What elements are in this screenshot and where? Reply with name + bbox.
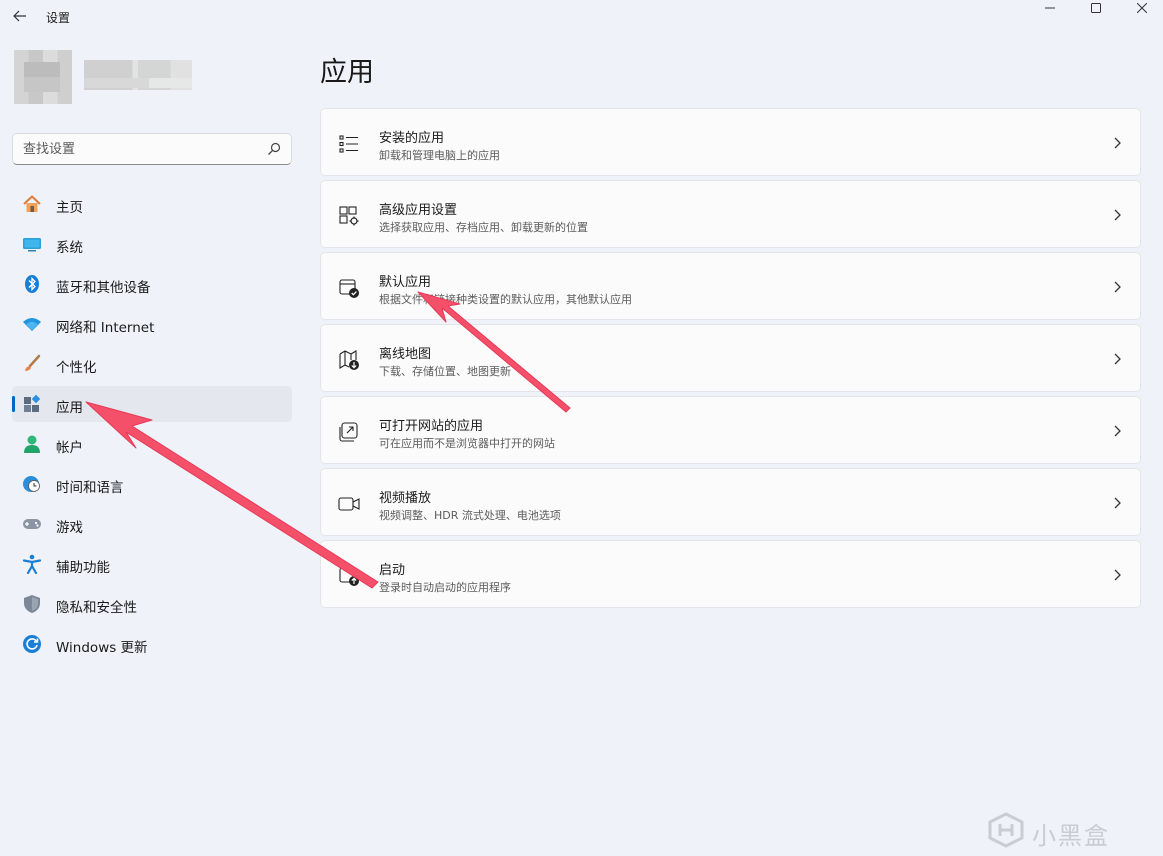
chevron-right-icon [1114,425,1121,437]
minimize-button[interactable] [1027,0,1073,16]
sidebar-nav: 主页 系统 蓝牙和其他设备 网络和 Internet 个性化 应用 帐户 时间和… [12,186,292,666]
watermark-logo-icon [988,812,1024,848]
shield-icon [24,595,40,613]
back-arrow-icon [13,10,26,22]
list-icon [339,135,358,153]
sidebar-item-label: 蓝牙和其他设备 [56,280,151,296]
chevron-right-icon [1114,209,1121,221]
card-advanced-app-settings[interactable]: 高级应用设置 选择获取应用、存档应用、卸载更新的位置 [320,180,1141,248]
card-subtitle: 可在应用而不是浏览器中打开的网站 [379,437,555,450]
monitor-icon [23,238,41,252]
card-subtitle: 根据文件和链接种类设置的默认应用，其他默认应用 [379,293,632,306]
close-button[interactable] [1119,0,1163,16]
sidebar-item-bluetooth[interactable]: 蓝牙和其他设备 [12,266,292,302]
chevron-right-icon [1114,497,1121,509]
card-title: 默认应用 [379,275,432,290]
card-subtitle: 下载、存储位置、地图更新 [379,365,511,378]
chevron-right-icon [1114,281,1121,293]
chevron-right-icon [1114,569,1121,581]
open-external-icon [339,422,358,442]
user-profile[interactable] [0,26,292,118]
chevron-right-icon [1114,137,1121,149]
card-title: 安装的应用 [379,131,445,146]
sidebar-item-network[interactable]: 网络和 Internet [12,306,292,342]
sidebar-item-label: 辅助功能 [56,560,110,576]
chevron-right-icon [1114,353,1121,365]
watermark-text: 小黑盒 [1032,822,1110,850]
profile-name-redacted [84,60,192,90]
close-icon [1137,3,1147,13]
sidebar-item-label: 游戏 [56,520,83,536]
maximize-icon [1091,3,1101,13]
card-startup[interactable]: 启动 登录时自动启动的应用程序 [320,540,1141,608]
sidebar-item-apps[interactable]: 应用 [12,386,292,422]
sidebar-item-home[interactable]: 主页 [12,186,292,222]
card-subtitle: 卸载和管理电脑上的应用 [379,149,500,162]
card-default-apps[interactable]: 默认应用 根据文件和链接种类设置的默认应用，其他默认应用 [320,252,1141,320]
search-box[interactable] [12,133,292,165]
card-installed-apps[interactable]: 安装的应用 卸载和管理电脑上的应用 [320,108,1141,176]
app-title: 设置 [46,11,71,25]
globe-clock-icon [23,476,40,492]
sidebar-item-time-language[interactable]: 时间和语言 [12,466,292,502]
back-button[interactable] [8,5,32,27]
card-apps-for-websites[interactable]: 可打开网站的应用 可在应用而不是浏览器中打开的网站 [320,396,1141,464]
page-title: 应用 [320,57,374,88]
sidebar-item-personalization[interactable]: 个性化 [12,346,292,382]
sidebar-item-accessibility[interactable]: 辅助功能 [12,546,292,582]
person-icon [24,435,40,453]
minimize-icon [1045,7,1055,9]
maximize-button[interactable] [1073,0,1119,16]
sidebar-item-label: 时间和语言 [56,480,124,496]
search-icon[interactable] [267,142,281,156]
card-offline-maps[interactable]: 离线地图 下载、存储位置、地图更新 [320,324,1141,392]
update-icon [23,635,41,653]
watermark: 小黑盒 [986,812,1136,850]
sidebar-item-privacy[interactable]: 隐私和安全性 [12,586,292,622]
card-title: 可打开网站的应用 [379,419,484,434]
card-subtitle: 视频调整、HDR 流式处理、电池选项 [379,509,561,522]
video-icon [338,497,360,511]
card-title: 视频播放 [379,491,432,506]
apps-icon [24,394,41,412]
sidebar-item-label: 网络和 Internet [56,320,155,336]
search-input[interactable] [23,139,263,159]
sidebar-item-label: 个性化 [56,360,97,376]
card-subtitle: 选择获取应用、存档应用、卸载更新的位置 [379,221,588,234]
sidebar-item-accounts[interactable]: 帐户 [12,426,292,462]
card-title: 高级应用设置 [379,203,458,218]
card-subtitle: 登录时自动启动的应用程序 [379,581,511,594]
sidebar-item-windows-update[interactable]: Windows 更新 [12,626,292,662]
accessibility-icon [22,554,42,574]
bluetooth-icon [25,275,39,293]
settings-card-list: 安装的应用 卸载和管理电脑上的应用 高级应用设置 选择获取应用、存档应用、卸载更… [320,108,1141,612]
brush-icon [25,354,41,371]
default-app-icon [339,279,359,298]
startup-icon [339,567,359,586]
sidebar-item-label: 帐户 [56,440,83,456]
card-title: 启动 [379,563,406,578]
sidebar-item-gaming[interactable]: 游戏 [12,506,292,542]
app-settings-icon [339,206,359,226]
card-title: 离线地图 [379,347,432,362]
sidebar-item-label: 主页 [56,200,83,216]
sidebar-item-label: 应用 [56,400,83,416]
sidebar-item-label: 隐私和安全性 [56,600,137,616]
home-icon [23,195,41,212]
card-video-playback[interactable]: 视频播放 视频调整、HDR 流式处理、电池选项 [320,468,1141,536]
gamepad-icon [23,519,41,529]
sidebar-item-system[interactable]: 系统 [12,226,292,262]
sidebar-item-label: 系统 [56,240,83,256]
wifi-icon [23,318,41,331]
map-download-icon [339,350,359,370]
sidebar-item-label: Windows 更新 [56,640,148,656]
avatar [14,50,72,104]
